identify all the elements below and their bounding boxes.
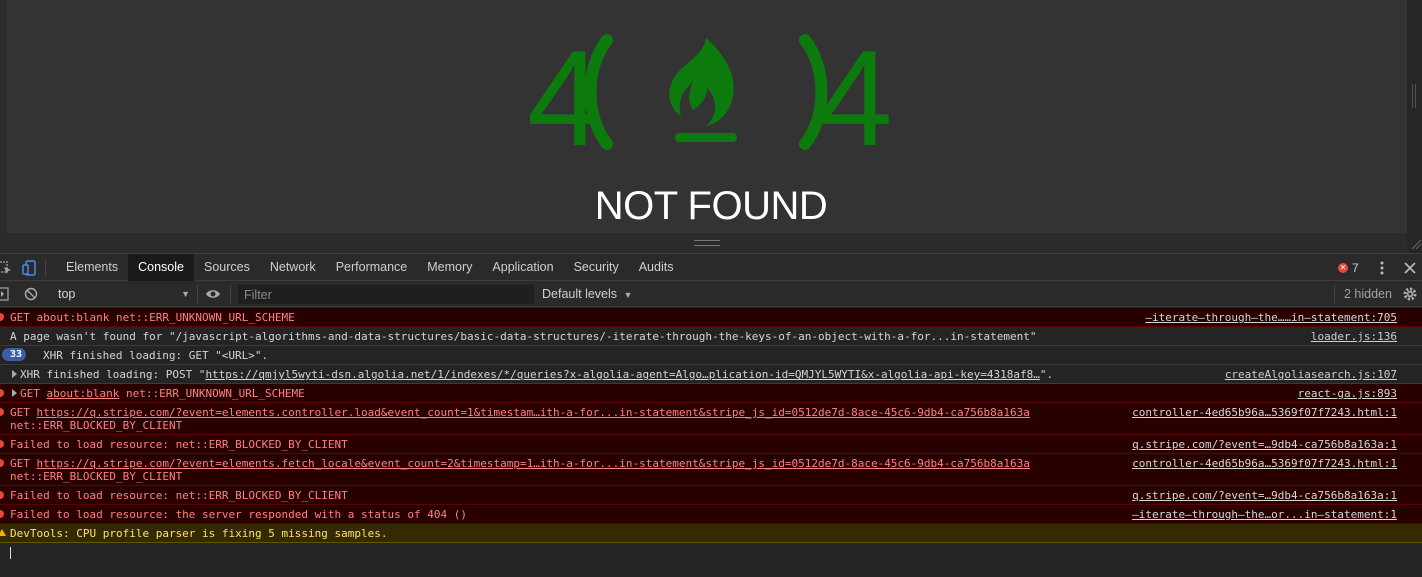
message-text: Failed to load resource: net::ERR_BLOCKE… <box>10 489 348 502</box>
console-prompt-caret[interactable] <box>10 547 11 559</box>
eye-icon[interactable] <box>205 286 221 302</box>
message-url-link[interactable]: about:blank <box>47 387 120 400</box>
tab-security[interactable]: Security <box>564 254 629 281</box>
message-source-link[interactable]: controller-4ed65b96a…5369f07f7243.html:1 <box>1132 406 1397 419</box>
message-source-link[interactable]: —iterate—through—the…or...in—statement:1 <box>1132 508 1397 521</box>
console-message: DevTools: CPU profile parser is fixing 5… <box>0 524 1422 543</box>
corner-resize-icon[interactable] <box>1408 236 1422 250</box>
page-title: NOT FOUND <box>594 184 828 228</box>
message-text: XHR finished loading: GET "<URL>". <box>43 349 269 362</box>
tab-sources[interactable]: Sources <box>194 254 260 281</box>
message-suffix: ". <box>1039 368 1054 381</box>
error-icon <box>0 440 4 448</box>
gear-icon[interactable] <box>1402 286 1418 302</box>
message-prefix: GET <box>20 387 47 400</box>
toolbar-divider <box>197 285 198 303</box>
console-message: A page wasn't found for "/javascript-alg… <box>0 327 1422 346</box>
console-message: Failed to load resource: net::ERR_BLOCKE… <box>0 486 1422 505</box>
tab-audits[interactable]: Audits <box>629 254 684 281</box>
expand-arrow-icon[interactable] <box>12 389 17 397</box>
context-selector[interactable]: top ▼ <box>50 285 190 303</box>
message-source-link[interactable]: loader.js:136 <box>1311 330 1397 343</box>
console-message: GET https://q.stripe.com/?event=elements… <box>0 454 1422 486</box>
console-message: Failed to load resource: net::ERR_BLOCKE… <box>0 435 1422 454</box>
console-toolbar: top ▼ Default levels ▼ 2 hidden <box>0 281 1422 307</box>
message-source-link[interactable]: —iterate—through—the……in—statement:705 <box>1145 311 1397 324</box>
toolbar-divider <box>230 285 231 303</box>
message-text: GET about:blank net::ERR_UNKNOWN_URL_SCH… <box>10 311 295 324</box>
campfire-icon <box>584 34 828 150</box>
console-message: Failed to load resource: the server resp… <box>0 505 1422 524</box>
expand-arrow-icon[interactable] <box>12 370 17 378</box>
devtools-tabs: Elements Console Sources Network Perform… <box>56 254 683 281</box>
error-icon <box>0 459 4 467</box>
message-text: A page wasn't found for "/javascript-alg… <box>10 330 1037 343</box>
toolbar-divider <box>45 259 46 277</box>
tab-network[interactable]: Network <box>260 254 326 281</box>
error-icon <box>0 510 4 518</box>
not-found-logo: 4 4 <box>527 28 893 168</box>
message-url-link[interactable]: https://q.stripe.com/?event=elements.fet… <box>37 457 1030 470</box>
message-text: Failed to load resource: net::ERR_BLOCKE… <box>10 438 348 451</box>
devtools-tab-bar: Elements Console Sources Network Perform… <box>0 253 1422 281</box>
tab-application[interactable]: Application <box>482 254 563 281</box>
tab-console[interactable]: Console <box>128 254 194 281</box>
error-counter[interactable]: ✕ 7 <box>1338 260 1359 276</box>
error-icon <box>0 491 4 499</box>
error-icon <box>0 389 4 397</box>
sidebar-toggle-icon[interactable] <box>0 286 10 302</box>
message-text: DevTools: CPU profile parser is fixing 5… <box>10 527 388 540</box>
tab-memory[interactable]: Memory <box>417 254 482 281</box>
message-text: GET https://q.stripe.com/?event=elements… <box>10 406 1030 419</box>
error-icon <box>0 408 4 416</box>
toolbar-divider <box>1334 285 1335 303</box>
console-message[interactable]: XHR finished loading: POST "https://qmjy… <box>0 365 1422 384</box>
message-url-link[interactable]: https://q.stripe.com/?event=elements.con… <box>37 406 1030 419</box>
message-source-link[interactable]: react-ga.js:893 <box>1298 387 1397 400</box>
console-message: GET https://q.stripe.com/?event=elements… <box>0 403 1422 435</box>
message-text: Failed to load resource: the server resp… <box>10 508 467 521</box>
close-icon[interactable] <box>1401 259 1419 277</box>
message-prefix: GET <box>10 406 37 419</box>
log-levels-label: Default levels <box>542 287 618 301</box>
kebab-menu-icon[interactable] <box>1373 259 1391 277</box>
message-source-link[interactable]: createAlgoliasearch.js:107 <box>1225 368 1397 381</box>
context-label: top <box>58 287 76 301</box>
repeat-count-badge: 33 <box>2 348 27 361</box>
page-viewport: 4 4 NOT FOUND <box>0 0 1422 253</box>
message-text: GET about:blank net::ERR_UNKNOWN_URL_SCH… <box>20 387 305 400</box>
error-icon: ✕ <box>1338 263 1348 273</box>
message-text: XHR finished loading: POST "https://qmjy… <box>20 368 1053 381</box>
console-message-group[interactable]: 33 XHR finished loading: GET "<URL>". <box>0 346 1422 365</box>
resize-grip[interactable] <box>694 240 720 246</box>
message-text: GET https://q.stripe.com/?event=elements… <box>10 457 1030 470</box>
error-icon <box>0 313 4 321</box>
message-url-link[interactable]: https://qmjyl5wyti-dsn.algolia.net/1/ind… <box>205 368 1039 381</box>
console-message[interactable]: GET about:blank net::ERR_UNKNOWN_URL_SCH… <box>0 384 1422 403</box>
message-text-line2: net::ERR_BLOCKED_BY_CLIENT <box>10 470 183 483</box>
message-prefix: GET <box>10 457 37 470</box>
error-count: 7 <box>1352 261 1359 275</box>
hidden-count: 2 hidden <box>1344 287 1392 301</box>
tab-performance[interactable]: Performance <box>326 254 418 281</box>
chevron-down-icon: ▼ <box>181 289 190 299</box>
chevron-down-icon: ▼ <box>623 290 633 300</box>
device-toolbar-icon[interactable] <box>21 259 39 277</box>
message-source-link[interactable]: controller-4ed65b96a…5369f07f7243.html:1 <box>1132 457 1397 470</box>
logo-digit-right: 4 <box>817 22 893 174</box>
scrollbar-thumb[interactable] <box>1412 84 1416 108</box>
tab-elements[interactable]: Elements <box>56 254 128 281</box>
log-levels-dropdown[interactable]: Default levels ▼ <box>542 285 632 303</box>
message-text-line2: net::ERR_BLOCKED_BY_CLIENT <box>10 419 183 432</box>
clear-console-icon[interactable] <box>23 286 39 302</box>
filter-input[interactable] <box>238 285 534 304</box>
message-source-link[interactable]: q.stripe.com/?event=…9db4-ca756b8a163a:1 <box>1132 489 1397 502</box>
console-message: GET about:blank net::ERR_UNKNOWN_URL_SCH… <box>0 308 1422 327</box>
message-source-link[interactable]: q.stripe.com/?event=…9db4-ca756b8a163a:1 <box>1132 438 1397 451</box>
message-prefix: XHR finished loading: POST " <box>20 368 206 381</box>
console-messages: GET about:blank net::ERR_UNKNOWN_URL_SCH… <box>0 308 1422 577</box>
warning-icon <box>0 529 6 536</box>
message-suffix: net::ERR_UNKNOWN_URL_SCHEME <box>119 387 305 400</box>
inspect-element-icon[interactable] <box>0 259 14 277</box>
